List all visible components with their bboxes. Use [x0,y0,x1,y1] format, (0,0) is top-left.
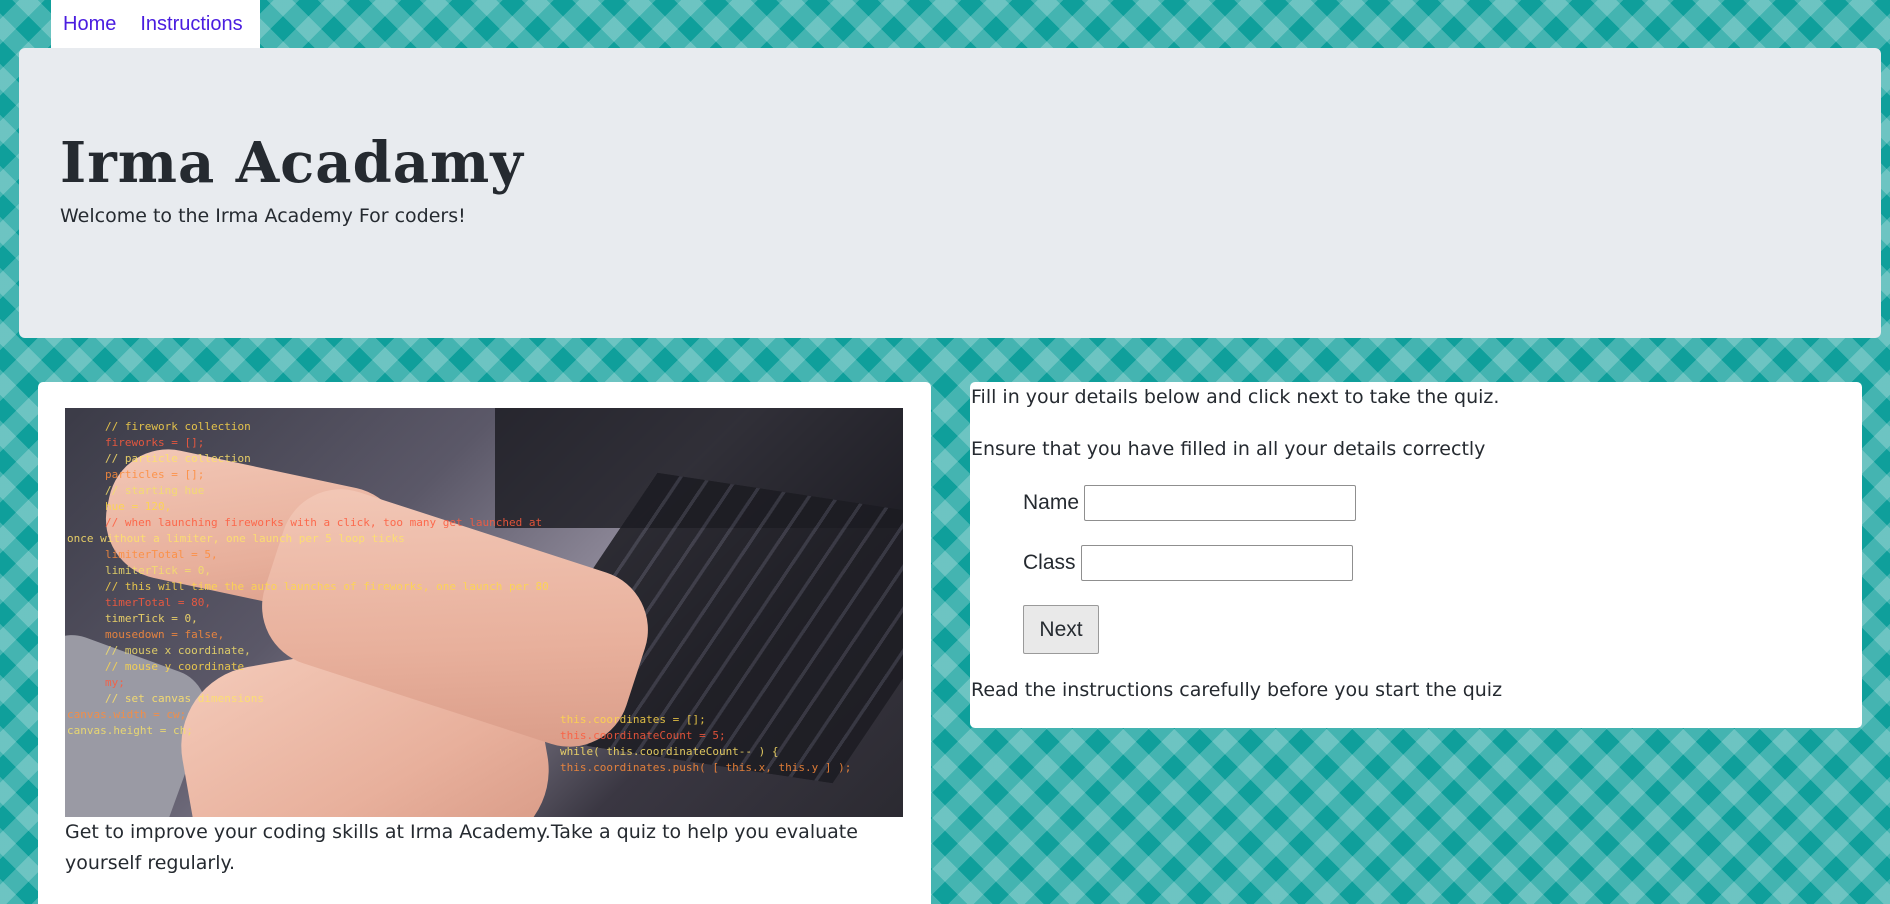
photo-code-line: // when launching fireworks with a click… [105,516,543,529]
photo-code-line: fireworks = []; [105,436,205,449]
photo-code-line: // mouse x coordinate, [105,644,251,657]
photo-code-line: // firework collection [105,420,251,433]
class-label: Class [1023,551,1076,574]
photo-code-line: // set canvas dimensions [105,692,264,705]
site-subtitle: Welcome to the Irma Academy For coders! [60,205,466,227]
photo-code-line: this.coordinateCount = 5; [560,729,726,742]
photo-code-line: // mouse y coordinate [105,660,245,673]
read-instructions-note: Read the instructions carefully before y… [971,679,1503,701]
photo-code-line: timerTotal = 80, [105,596,211,609]
quiz-details-card: Fill in your details below and click nex… [970,382,1862,728]
intro-caption: Get to improve your coding skills at Irm… [65,821,858,874]
photo-code-line: limiterTick = 0, [105,564,211,577]
photo-code-line: my; [105,676,125,689]
site-title: Irma Acadamy [60,130,524,196]
photo-code-line: canvas.height = ch; [67,724,193,737]
photo-code-line: limiterTotal = 5, [105,548,218,561]
instructions-intro: Fill in your details below and click nex… [971,386,1500,408]
ensure-details-text: Ensure that you have filled in all your … [971,438,1486,460]
photo-code-line: timerTick = 0, [105,612,198,625]
top-nav: Home Instructions [51,0,260,48]
photo-code-line: // particle collection [105,452,251,465]
next-button[interactable]: Next [1023,605,1099,654]
photo-code-line: canvas.width = cw; [67,708,187,721]
photo-code-line: // starting hue [105,484,205,497]
photo-code-line: once without a limiter, one launch per 5… [67,532,405,545]
photo-code-line: while( this.coordinateCount-- ) { [560,745,779,758]
photo-code-line: mousedown = false, [105,628,225,641]
name-label: Name [1023,491,1080,514]
name-input[interactable] [1084,485,1356,521]
nav-home-link[interactable]: Home [63,13,116,36]
photo-code-line: this.coordinates = []; [560,713,706,726]
photo-code-line: this.coordinates.push( [ this.x, this.y … [560,761,852,774]
nav-instructions-link[interactable]: Instructions [140,13,242,36]
photo-code-line: particles = []; [105,468,205,481]
intro-card: // firework collection fireworks = []; // … [38,382,931,904]
hero-banner: Irma Acadamy Welcome to the Irma Academy… [19,48,1881,338]
coding-hands-photo: // firework collection fireworks = []; // … [65,408,903,817]
photo-code-line: // this will time the auto launches of f… [105,580,549,593]
photo-code-line: hue = 120, [105,500,172,513]
class-input[interactable] [1081,545,1353,581]
